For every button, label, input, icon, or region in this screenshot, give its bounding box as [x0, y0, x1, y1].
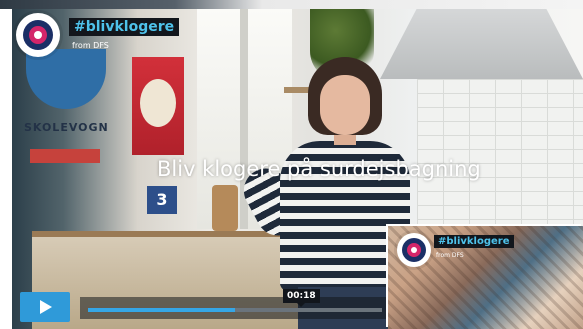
hashtag-title[interactable]: #blivklogere — [434, 235, 514, 248]
presenter-face — [320, 75, 370, 135]
dfs-logo-icon[interactable] — [16, 13, 60, 57]
progress-fill — [88, 308, 235, 312]
scene-poster-label — [140, 79, 176, 127]
scene-sign-bar — [30, 149, 100, 163]
scene-poster-blue — [26, 49, 106, 109]
scene-number: 3 — [156, 190, 168, 209]
progress-bar[interactable] — [80, 297, 390, 319]
scene-number-box: 3 — [147, 186, 177, 214]
timestamp-tooltip: 00:18 — [283, 289, 320, 307]
progress-track[interactable] — [88, 308, 382, 312]
dfs-logo-icon[interactable] — [397, 233, 431, 267]
play-button[interactable] — [20, 292, 70, 322]
previous-video-edge — [0, 0, 583, 9]
channel-byline[interactable]: from DFS — [72, 41, 109, 50]
scene-sign-text: SKOLEVOGN — [24, 121, 109, 134]
video-headline: Bliv klogere på surdejsbagning — [157, 157, 481, 181]
hashtag-title[interactable]: #blivklogere — [69, 18, 180, 36]
channel-byline[interactable]: from DFS — [436, 252, 464, 259]
scene-bread-jar — [212, 185, 238, 231]
play-icon — [40, 300, 52, 314]
